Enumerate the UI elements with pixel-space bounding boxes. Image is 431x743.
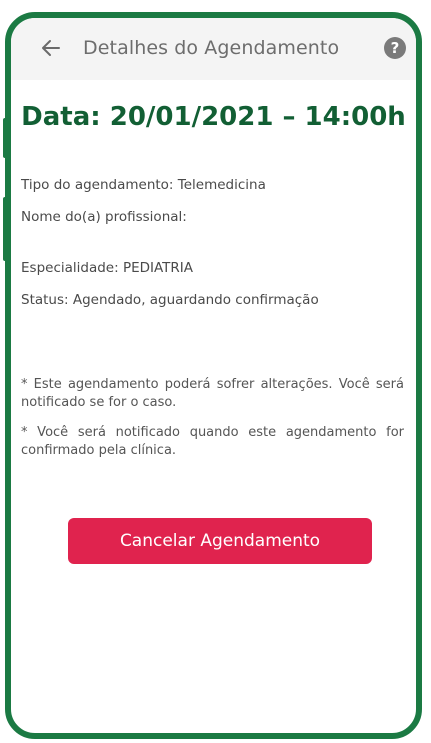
- cancel-appointment-button[interactable]: Cancelar Agendamento: [68, 518, 372, 564]
- appointment-type: Tipo do agendamento: Telemedicina: [21, 177, 266, 193]
- appointment-date: Data: 20/01/2021 – 14:00h: [21, 102, 406, 132]
- back-arrow-icon[interactable]: [37, 34, 65, 62]
- specialty: Especialidade: PEDIATRIA: [21, 260, 194, 276]
- note-changes: * Este agendamento poderá sofrer alteraç…: [21, 377, 404, 410]
- phone-frame: Detalhes do Agendamento ? Data: 20/01/20…: [5, 12, 422, 739]
- page-title: Detalhes do Agendamento: [83, 37, 340, 59]
- appointment-status: Status: Agendado, aguardando confirmação: [21, 292, 319, 308]
- help-icon[interactable]: ?: [384, 37, 406, 59]
- note-confirmation: * Você será notificado quando este agend…: [21, 425, 404, 458]
- app-bar: Detalhes do Agendamento ?: [11, 18, 416, 80]
- professional-name: Nome do(a) profissional:: [21, 209, 187, 225]
